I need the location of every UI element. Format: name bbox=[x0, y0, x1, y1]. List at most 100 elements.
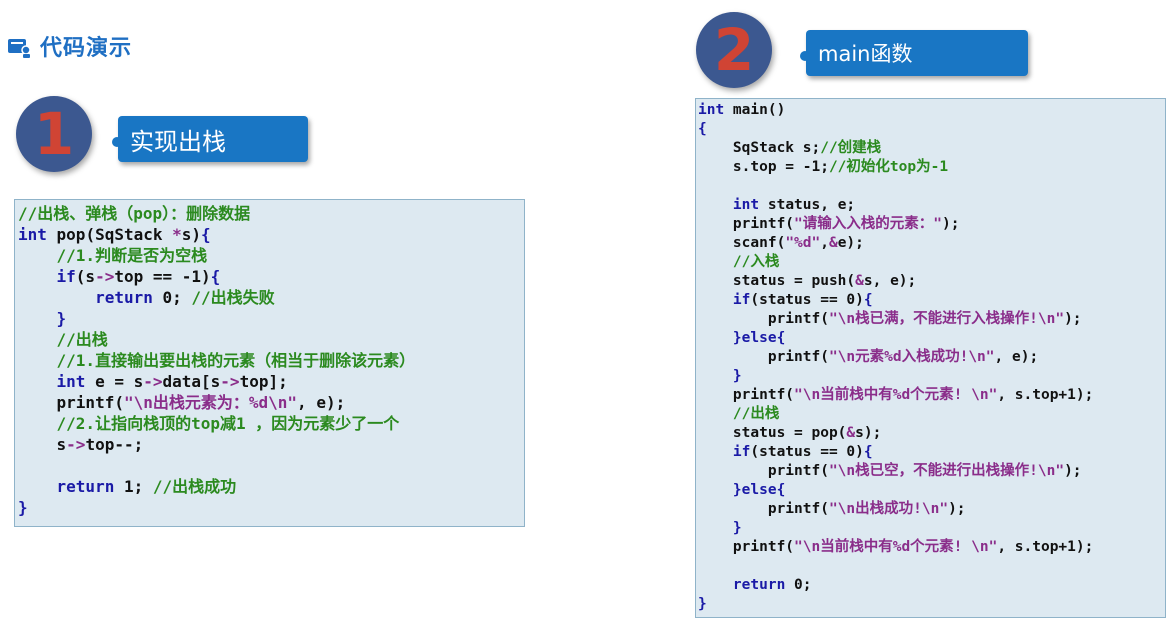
code-token: printf( bbox=[698, 387, 795, 403]
code-token: s); bbox=[855, 425, 882, 441]
code-line: //2.让指向栈顶的top减1 ，因为元素少了一个 bbox=[18, 413, 524, 434]
code-token: data[s bbox=[162, 372, 221, 391]
code-token: top]; bbox=[239, 372, 288, 391]
code-token: //1.判断是否为空栈 bbox=[56, 246, 208, 265]
code-token: printf( bbox=[698, 349, 829, 365]
code-line: printf("\n出栈元素为：%d\n", e); bbox=[18, 392, 524, 413]
code-token: ); bbox=[1064, 311, 1082, 327]
code-token: //出栈、弹栈（pop）：删除数据 bbox=[18, 204, 251, 223]
code-token: "\n当前栈中有%d个元素! \n" bbox=[794, 387, 998, 403]
code-line: //出栈 bbox=[698, 405, 1165, 424]
code-line: printf("\n栈已满，不能进行入栈操作!\n"); bbox=[698, 310, 1165, 329]
code-line: if(status == 0){ bbox=[698, 291, 1165, 310]
code-line: //入栈 bbox=[698, 253, 1165, 272]
code-token: { bbox=[698, 121, 707, 137]
code-token: e = s bbox=[85, 372, 144, 391]
code-line: printf("\n栈已空，不能进行出栈操作!\n"); bbox=[698, 462, 1165, 481]
code-token: "\n元素%d入栈成功!\n" bbox=[828, 349, 995, 365]
code-token: } bbox=[732, 368, 742, 384]
code-token: top--; bbox=[85, 435, 144, 454]
code-line: int e = s->data[s->top]; bbox=[18, 371, 524, 392]
code-token: -> bbox=[143, 372, 163, 391]
slide-header: 代码演示 bbox=[6, 30, 132, 62]
code-token: 1; bbox=[114, 477, 153, 496]
code-token: //出栈成功 bbox=[152, 477, 237, 496]
code-token: //出栈 bbox=[732, 406, 780, 422]
section-number-2: 2 bbox=[696, 12, 772, 88]
code-token: -> bbox=[220, 372, 240, 391]
code-token: printf( bbox=[698, 216, 795, 232]
code-line: printf("请输入入栈的元素："); bbox=[698, 215, 1165, 234]
code-token: int bbox=[732, 197, 760, 213]
code-token: , e); bbox=[994, 349, 1039, 365]
code-token: 0; bbox=[152, 288, 192, 307]
code-line: status = push(&s, e); bbox=[698, 272, 1165, 291]
code-token: main() bbox=[724, 102, 786, 118]
code-block-pop: //出栈、弹栈（pop）：删除数据 int pop(SqStack *s) { //… bbox=[14, 199, 525, 527]
code-token: "\n栈已空，不能进行出栈操作!\n" bbox=[828, 463, 1065, 479]
code-token: { bbox=[863, 444, 873, 460]
code-line: printf("\n出栈成功!\n"); bbox=[698, 500, 1165, 519]
code-line: if(s->top == -1){ bbox=[18, 266, 524, 287]
code-line: } bbox=[698, 367, 1165, 386]
code-token: //2.让指向栈顶的top减1 ，因为元素少了一个 bbox=[56, 414, 400, 433]
code-token: ); bbox=[948, 501, 966, 517]
code-token: //出栈 bbox=[56, 330, 108, 349]
code-token: "\n出栈成功!\n" bbox=[828, 501, 949, 517]
code-line: return 0; //出栈失败 bbox=[18, 287, 524, 308]
code-token: //初始化top为-1 bbox=[828, 159, 949, 175]
code-token: printf( bbox=[698, 311, 829, 327]
section-label-text: 实现出栈 bbox=[130, 127, 226, 156]
code-token: , bbox=[820, 235, 829, 251]
code-token: { bbox=[210, 267, 221, 286]
code-token: } bbox=[56, 309, 67, 328]
code-token: if bbox=[732, 444, 751, 460]
code-token: * bbox=[172, 225, 182, 244]
code-token: e); bbox=[837, 235, 864, 251]
code-token: s) bbox=[181, 225, 202, 244]
code-token: } bbox=[732, 330, 742, 346]
code-token: status = pop( bbox=[698, 425, 847, 441]
code-line: s->top--; bbox=[18, 434, 524, 455]
code-token: , s.top+1); bbox=[997, 387, 1094, 403]
code-token: pop(SqStack bbox=[46, 225, 173, 244]
code-token: ); bbox=[942, 216, 960, 232]
code-line: printf("\n元素%d入栈成功!\n", e); bbox=[698, 348, 1165, 367]
code-line: int status, e; bbox=[698, 196, 1165, 215]
code-token: printf( bbox=[18, 393, 124, 412]
code-token: } bbox=[732, 482, 742, 498]
code-token: & bbox=[855, 273, 864, 289]
code-line: } bbox=[18, 308, 524, 329]
code-token: { bbox=[776, 482, 786, 498]
page-title: 代码演示 bbox=[40, 36, 133, 61]
code-line: //出栈 bbox=[18, 329, 524, 350]
code-block-main: int main(){ SqStack s;//创建栈 s.top = -1;/… bbox=[695, 98, 1166, 618]
code-token: ); bbox=[1064, 463, 1082, 479]
code-token: s bbox=[18, 435, 67, 454]
code-token: (status == 0) bbox=[750, 444, 864, 460]
code-line: { bbox=[698, 120, 1165, 139]
code-token: else bbox=[741, 482, 777, 498]
code-line: }else{ bbox=[698, 329, 1165, 348]
code-token: int bbox=[56, 372, 86, 391]
code-token: "%d" bbox=[785, 235, 821, 251]
code-token: if bbox=[732, 292, 751, 308]
code-line: //1.判断是否为空栈 bbox=[18, 245, 524, 266]
code-token: printf( bbox=[698, 539, 795, 555]
code-token: int bbox=[698, 102, 725, 118]
code-line: return 1; //出栈成功 bbox=[18, 476, 524, 497]
code-line: scanf("%d",&e); bbox=[698, 234, 1165, 253]
code-token: status = push( bbox=[698, 273, 856, 289]
code-token: //创建栈 bbox=[820, 140, 882, 156]
